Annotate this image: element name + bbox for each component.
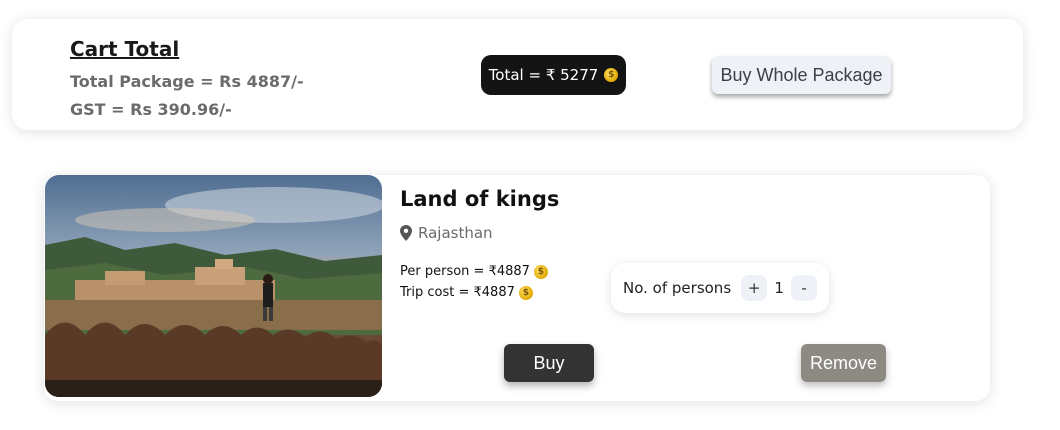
persons-count: 1 <box>774 279 784 297</box>
money-bag-icon <box>533 264 548 279</box>
location-pin-icon <box>400 225 412 241</box>
cart-total-card: Cart Total Total Package = Rs 4887/- GST… <box>12 19 1023 130</box>
per-person-price: Per person = ₹4887 <box>400 264 548 279</box>
trip-cost-text: Trip cost = ₹4887 <box>400 285 515 300</box>
decrease-persons-button[interactable]: - <box>791 275 818 301</box>
buy-button[interactable]: Buy <box>504 344 594 382</box>
per-person-text: Per person = ₹4887 <box>400 264 530 279</box>
rajasthan-fort-photo <box>45 175 382 397</box>
total-badge: Total = ₹ 5277 <box>481 55 626 95</box>
buy-whole-package-button[interactable]: Buy Whole Package <box>712 56 891 94</box>
persons-counter: No. of persons + 1 - <box>611 263 829 313</box>
persons-label: No. of persons <box>623 279 732 297</box>
gst-text: GST = Rs 390.96/- <box>70 100 232 119</box>
money-bag-icon <box>518 285 533 300</box>
trip-card: Land of kings Rajasthan Per person = ₹48… <box>44 175 990 401</box>
trip-image <box>45 175 382 397</box>
cart-total-title: Cart Total <box>70 37 180 61</box>
trip-title: Land of kings <box>400 187 560 211</box>
money-bag-icon <box>604 68 619 82</box>
trip-cost-price: Trip cost = ₹4887 <box>400 285 533 300</box>
location-label: Rajasthan <box>418 224 493 242</box>
total-amount: Total = ₹ 5277 <box>488 66 599 84</box>
increase-persons-button[interactable]: + <box>741 275 768 301</box>
total-package-text: Total Package = Rs 4887/- <box>70 72 304 91</box>
trip-location: Rajasthan <box>400 224 493 242</box>
remove-button[interactable]: Remove <box>801 344 886 382</box>
